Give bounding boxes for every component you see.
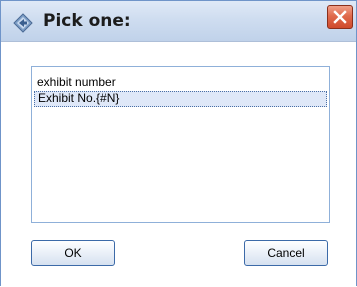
dialog-content: exhibit number Exhibit No.{#N} OK Cancel xyxy=(9,42,348,287)
dialog-title: Pick one: xyxy=(43,11,131,31)
pick-one-dialog: Pick one: exhibit number Exhibit No.{#N}… xyxy=(0,0,357,287)
cancel-button[interactable]: Cancel xyxy=(244,240,328,266)
list-item[interactable]: exhibit number xyxy=(34,75,327,91)
list-item-selected[interactable]: Exhibit No.{#N} xyxy=(34,91,327,107)
options-listbox[interactable]: exhibit number Exhibit No.{#N} xyxy=(31,66,330,223)
title-bar[interactable]: Pick one: xyxy=(1,1,356,42)
close-icon xyxy=(333,10,347,24)
close-button[interactable] xyxy=(327,5,353,29)
ok-button[interactable]: OK xyxy=(31,240,115,266)
diamond-arrow-icon xyxy=(13,13,33,33)
